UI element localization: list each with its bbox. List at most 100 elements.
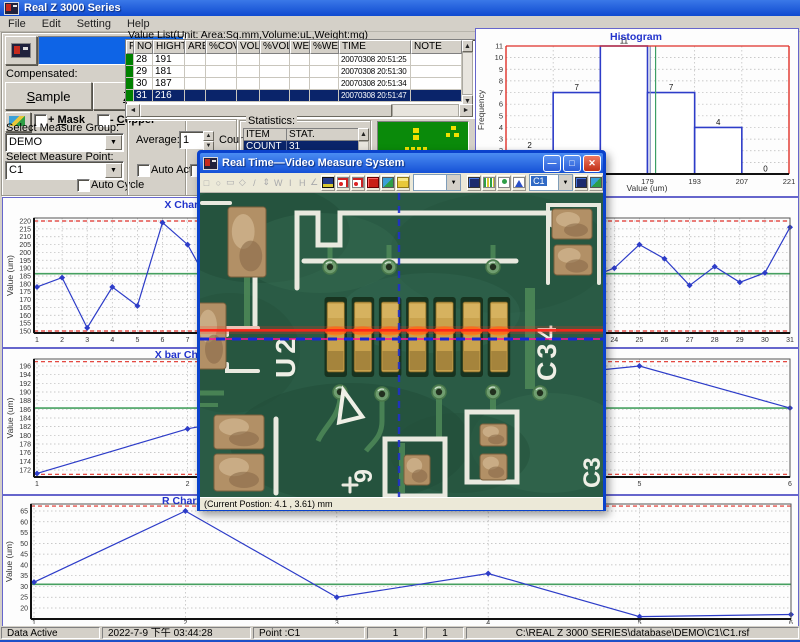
svg-text:165: 165: [19, 305, 31, 312]
col-header[interactable]: %VOLU..: [260, 40, 290, 54]
monitor-button[interactable]: [467, 175, 481, 191]
height-tool-icon[interactable]: ⇕: [261, 175, 272, 191]
sample-button[interactable]: Sample: [5, 82, 92, 110]
open-image-button[interactable]: [396, 175, 410, 191]
video-source-button[interactable]: [366, 175, 380, 191]
svg-text:40: 40: [20, 562, 28, 569]
toolbar-combo-2[interactable]: C1 ▼: [529, 174, 573, 191]
svg-text:178: 178: [19, 441, 31, 448]
pyramid-chart-button[interactable]: [512, 175, 526, 191]
close-button[interactable]: ✕: [583, 155, 601, 172]
statistics-scrollbar[interactable]: ▲: [358, 128, 369, 152]
measure-group-value: DEMO: [9, 136, 42, 148]
point-tool-icon[interactable]: I: [285, 175, 296, 191]
menu-file[interactable]: File: [8, 18, 26, 30]
r-chart: 20253035404550556065123456R ChartValue (…: [3, 496, 796, 624]
svg-text:1: 1: [35, 481, 39, 488]
chevron-down-icon[interactable]: ▼: [105, 163, 122, 178]
svg-text:150: 150: [19, 328, 31, 335]
monitor-icon: [468, 177, 480, 188]
value-list-hscrollbar[interactable]: ◄ ►: [126, 104, 473, 117]
dot-chart-button[interactable]: [497, 175, 511, 191]
svg-text:3: 3: [85, 337, 89, 344]
measure-pin-icon: [352, 177, 364, 188]
bar-chart-button[interactable]: [482, 175, 496, 191]
value-list-table: P NO. HIGHT AREA %COV.. VOL.. %VOLU.. WE…: [126, 40, 462, 102]
svg-text:5: 5: [637, 481, 641, 488]
image-icon: [382, 177, 394, 188]
svg-text:29: 29: [736, 337, 744, 344]
send-point-2-button[interactable]: [351, 175, 365, 191]
video-app-icon: [203, 157, 218, 170]
svg-text:221: 221: [783, 177, 796, 186]
chart-2-button[interactable]: [589, 175, 603, 191]
status-data-active: Data Active: [1, 627, 100, 639]
image-button[interactable]: [381, 175, 395, 191]
toolbar-combo-1[interactable]: ▼: [413, 174, 461, 191]
green-dot-icon: [498, 177, 510, 188]
col-header[interactable]: WEI..: [290, 40, 310, 54]
video-window-title: Real Time—Video Measure System: [222, 157, 543, 169]
stats-col-item[interactable]: ITEM: [244, 129, 287, 141]
svg-text:5: 5: [499, 111, 503, 120]
chevron-down-icon[interactable]: ▼: [558, 175, 572, 190]
svg-text:10: 10: [495, 53, 503, 62]
measure-group-combo[interactable]: DEMO ▼: [5, 133, 124, 152]
display-mode-button[interactable]: [5, 36, 37, 65]
menu-setting[interactable]: Setting: [77, 18, 111, 30]
distance-tool-icon[interactable]: H: [297, 175, 308, 191]
chevron-down-icon[interactable]: ▼: [105, 135, 122, 150]
line-tool-icon[interactable]: /: [249, 175, 260, 191]
circle-tool-icon[interactable]: ○: [213, 175, 224, 191]
pcb-label-u2: U2: [270, 334, 301, 378]
send-point-button[interactable]: [336, 175, 350, 191]
svg-text:194: 194: [19, 372, 31, 379]
svg-text:28: 28: [711, 337, 719, 344]
angle-tool-icon[interactable]: ∠: [309, 175, 320, 191]
minimize-button[interactable]: —: [543, 155, 561, 172]
svg-text:5: 5: [638, 620, 642, 624]
col-header[interactable]: %COV..: [206, 40, 237, 54]
auto-act-checkbox[interactable]: [137, 164, 150, 177]
app-icon: [4, 2, 19, 15]
svg-text:Frequency: Frequency: [476, 89, 486, 130]
capture-button[interactable]: [321, 175, 335, 191]
video-window[interactable]: Real Time—Video Measure System — □ ✕ □ ○…: [197, 150, 606, 511]
col-header[interactable]: NO.: [134, 40, 153, 54]
col-header[interactable]: NOTE: [411, 40, 462, 54]
svg-text:Value (um): Value (um): [4, 541, 14, 582]
chevron-down-icon[interactable]: ▼: [446, 175, 460, 190]
scroll-right-icon[interactable]: ►: [459, 104, 473, 117]
average-input[interactable]: 1: [179, 131, 204, 149]
menu-help[interactable]: Help: [127, 18, 150, 30]
stats-col-stat[interactable]: STAT.: [287, 129, 358, 141]
monitor-icon: [575, 177, 587, 188]
col-header[interactable]: AREA: [185, 40, 206, 54]
rounded-rect-tool-icon[interactable]: □: [201, 175, 212, 191]
main-window-title: Real Z 3000 Series: [24, 2, 121, 14]
pcb-video-image[interactable]: U2 C34 9 C3: [200, 193, 603, 497]
video-title-bar[interactable]: Real Time—Video Measure System — □ ✕: [200, 153, 603, 173]
rect-tool-icon[interactable]: ▭: [225, 175, 236, 191]
average-spinner[interactable]: ▲▼: [203, 131, 214, 149]
menu-edit[interactable]: Edit: [42, 18, 61, 30]
measure-point-combo[interactable]: C1 ▼: [5, 161, 124, 180]
svg-text:3: 3: [335, 620, 339, 624]
scroll-up-icon[interactable]: ▲: [358, 128, 369, 141]
scroll-left-icon[interactable]: ◄: [126, 104, 140, 117]
width-tool-icon[interactable]: W: [273, 175, 284, 191]
value-list-vscrollbar[interactable]: ▲ ▼: [462, 40, 473, 103]
col-header[interactable]: HIGHT: [153, 40, 185, 54]
auto-cycle-checkbox[interactable]: [77, 179, 90, 192]
svg-text:188: 188: [19, 398, 31, 405]
maximize-button[interactable]: □: [563, 155, 581, 172]
svg-text:3: 3: [499, 135, 503, 144]
scroll-up-icon[interactable]: ▲: [462, 40, 473, 52]
col-header[interactable]: TIME: [339, 40, 411, 54]
col-header[interactable]: P: [126, 40, 134, 54]
svg-text:4: 4: [110, 337, 114, 344]
polygon-tool-icon[interactable]: ◇: [237, 175, 248, 191]
monitor-2-button[interactable]: [574, 175, 588, 191]
col-header[interactable]: %WEIG..: [310, 40, 339, 54]
col-header[interactable]: VOL..: [237, 40, 260, 54]
